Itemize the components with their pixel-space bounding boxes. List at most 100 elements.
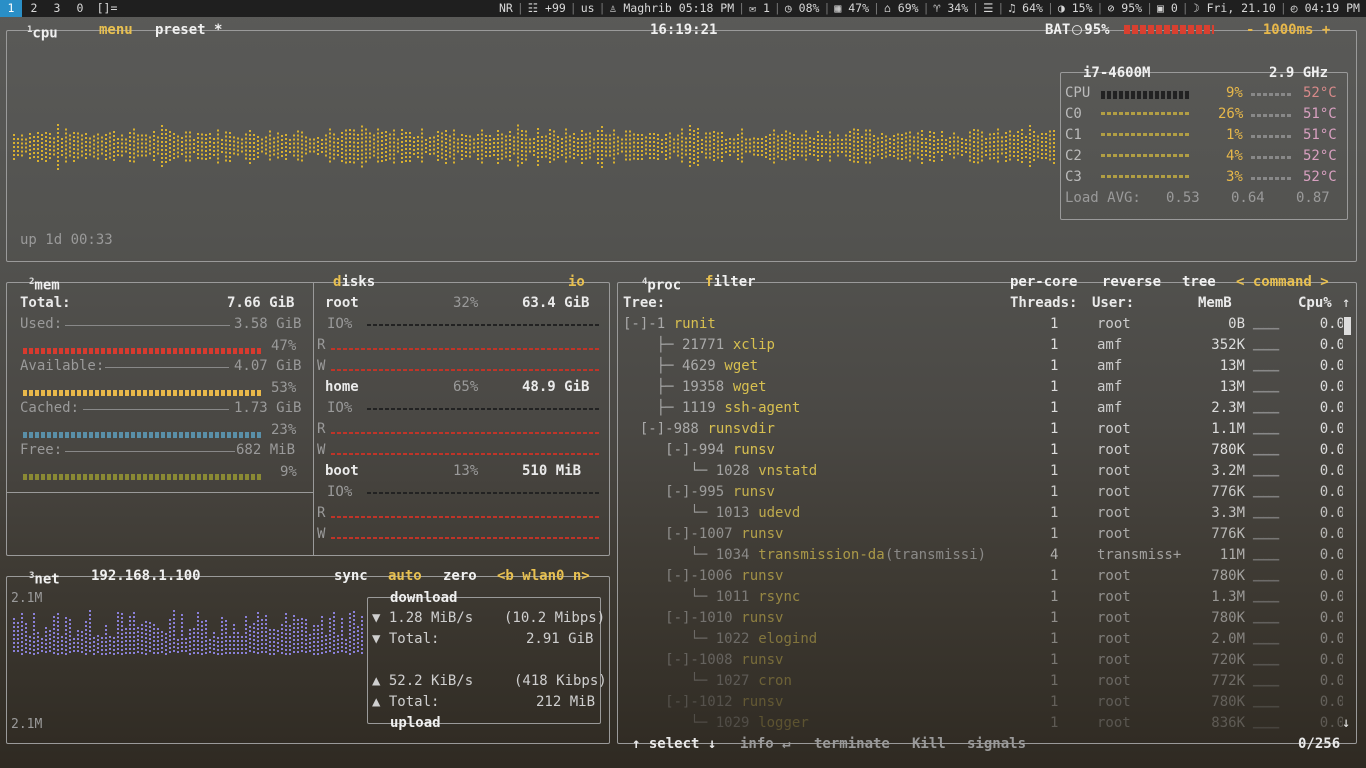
- terminate-button[interactable]: terminate: [814, 735, 890, 753]
- cpu-graph-dot: [233, 140, 235, 143]
- cpu-graph-dot: [97, 149, 99, 152]
- process-row[interactable]: └─ 1013 udevd 1 root 3.3M ▁▁▁▁▁ 0.0: [623, 503, 1343, 524]
- process-row[interactable]: [-]-1012 runsv 1 root 780K ▁▁▁▁▁ 0.0: [623, 692, 1343, 713]
- cpu-graph-dot: [445, 150, 447, 152]
- net-graph-dot: [129, 620, 131, 622]
- cpu-graph-dot: [1013, 135, 1015, 137]
- net-graph-dot: [69, 623, 71, 625]
- cpu-graph-dot: [965, 151, 967, 153]
- cpu-graph-dot: [693, 150, 695, 152]
- process-row[interactable]: [-]-1008 runsv 1 root 720K ▁▁▁▁▁ 0.0: [623, 650, 1343, 671]
- process-row[interactable]: ├─ 1119 ssh-agent 1 amf 2.3M ▁▁▁▁▁ 0.0: [623, 398, 1343, 419]
- process-row[interactable]: [-]-1006 runsv 1 root 780K ▁▁▁▁▁ 0.0: [623, 566, 1343, 587]
- cpu-graph-dot: [521, 142, 523, 144]
- kill-button[interactable]: Kill: [912, 735, 946, 753]
- workspace-2[interactable]: 3: [46, 0, 68, 17]
- tree-toggle[interactable]: tree: [1182, 273, 1216, 291]
- header-user[interactable]: User:: [1092, 293, 1134, 314]
- scroll-down-icon[interactable]: ↓: [1342, 713, 1350, 734]
- cpu-graph-dot: [265, 144, 267, 147]
- net-graph-dot: [333, 636, 335, 638]
- process-row[interactable]: └─ 1029 logger 1 root 836K ▁▁▁▁▁ 0.0: [623, 713, 1343, 734]
- cpu-graph-dot: [705, 152, 707, 155]
- cpu-graph-dot: [745, 142, 747, 145]
- sync-button[interactable]: sync: [334, 567, 368, 585]
- status-bar: 1 2 3 0 []= NR | ☷ +99 | us | ♙ Maghrib 05:18 PM | ✉…: [0, 0, 1366, 17]
- disk-name-0: root: [325, 295, 359, 311]
- cpu-graph-dot: [617, 140, 619, 143]
- process-row[interactable]: └─ 1034 transmission-da (transmissi) 4 tra…: [623, 545, 1343, 566]
- disks-title[interactable]: disks: [333, 273, 375, 291]
- select-control[interactable]: ↑ select ↓: [632, 735, 716, 753]
- workspace-1[interactable]: 2: [23, 0, 45, 17]
- process-row[interactable]: [-]-988 runsvdir 1 root 1.1M ▁▁▁▁▁ 0.0: [623, 419, 1343, 440]
- sort-selector[interactable]: < command >: [1236, 273, 1329, 291]
- header-tree[interactable]: Tree:: [623, 293, 665, 314]
- net-graph-dot: [313, 625, 315, 627]
- process-row[interactable]: └─ 1022 elogind 1 root 2.0M ▁▁▁▁▁ 0.0: [623, 629, 1343, 650]
- cpu-graph-dot: [441, 156, 443, 159]
- filter-button[interactable]: filter: [705, 273, 756, 291]
- cpu-graph-dot: [61, 138, 63, 140]
- process-user: root: [1097, 505, 1131, 521]
- process-name: xclip: [732, 337, 775, 353]
- net-graph-dot: [17, 634, 19, 636]
- cpu-title[interactable]: 1cpu: [27, 21, 58, 43]
- process-row[interactable]: [-]-1 runit 1 root 0B ▁▁▁▁▁ 0.0: [623, 314, 1343, 335]
- process-row[interactable]: ├─ 19358 wget 1 amf 13M ▁▁▁▁▁ 0.0: [623, 377, 1343, 398]
- process-row[interactable]: └─ 1028 vnstatd 1 root 3.2M ▁▁▁▁▁ 0.0: [623, 461, 1343, 482]
- workspace-4[interactable]: []=: [92, 0, 122, 17]
- cpu-graph-dot: [869, 153, 871, 156]
- per-core-toggle[interactable]: per-core: [1010, 273, 1077, 291]
- cpu-graph-dot: [757, 138, 759, 140]
- proc-title[interactable]: 4proc: [642, 273, 681, 295]
- preset-button[interactable]: preset *: [155, 21, 222, 39]
- workspace-3[interactable]: 0: [69, 0, 91, 17]
- net-graph-dot: [273, 641, 275, 643]
- process-row[interactable]: ├─ 21771 xclip 1 amf 352K ▁▁▁▁▁ 0.0: [623, 335, 1343, 356]
- cpu-graph-dot: [917, 136, 919, 139]
- cpu-graph-dot: [829, 147, 831, 150]
- header-threads[interactable]: Threads:: [1010, 293, 1077, 314]
- net-title[interactable]: 3net: [29, 567, 60, 589]
- process-row[interactable]: [-]-994 runsv 1 root 780K ▁▁▁▁▁ 0.0: [623, 440, 1343, 461]
- cpu-graph-dot: [597, 134, 599, 136]
- cpu-graph-dot: [561, 142, 563, 144]
- auto-button[interactable]: auto: [388, 567, 422, 585]
- cpu-graph-dot: [265, 148, 267, 151]
- process-row[interactable]: [-]-995 runsv 1 root 776K ▁▁▁▁▁ 0.0: [623, 482, 1343, 503]
- header-mem[interactable]: MemB: [1198, 293, 1232, 314]
- cpu-graph-dot: [1053, 162, 1055, 164]
- header-cpu[interactable]: Cpu%: [1298, 293, 1332, 314]
- menu-button[interactable]: menu: [99, 21, 133, 39]
- cpu-graph-dot: [621, 146, 623, 149]
- cpu-graph-dot: [37, 136, 39, 138]
- signals-button[interactable]: signals: [967, 735, 1026, 753]
- process-row[interactable]: └─ 1027 cron 1 root 772K ▁▁▁▁▁ 0.0: [623, 671, 1343, 692]
- zero-button[interactable]: zero: [443, 567, 477, 585]
- process-cpu-graph: ▁▁▁▁▁: [1253, 319, 1279, 330]
- info-button[interactable]: info ↵: [740, 735, 791, 753]
- cpu-graph-dot: [537, 140, 539, 142]
- cpu-graph-dot: [525, 154, 527, 157]
- net-graph-dot: [345, 647, 347, 649]
- io-toggle[interactable]: io: [568, 273, 585, 291]
- cpu-graph-dot: [749, 138, 751, 141]
- scrollbar-thumb[interactable]: [1344, 317, 1351, 335]
- cpu-graph-dot: [245, 157, 247, 160]
- workspace-0[interactable]: 1: [0, 0, 22, 17]
- scroll-up-icon[interactable]: ↑: [1342, 293, 1350, 314]
- net-graph-dot: [185, 642, 187, 644]
- net-graph-dot: [169, 631, 171, 633]
- cpu-graph-dot: [125, 150, 127, 153]
- interface-selector[interactable]: <b wlan0 n>: [497, 567, 590, 585]
- process-row[interactable]: [-]-1010 runsv 1 root 780K ▁▁▁▁▁ 0.0: [623, 608, 1343, 629]
- cpu-graph-dot: [161, 125, 163, 127]
- reverse-toggle[interactable]: reverse: [1102, 273, 1161, 291]
- process-row[interactable]: └─ 1011 rsync 1 root 1.3M ▁▁▁▁▁ 0.0: [623, 587, 1343, 608]
- update-interval[interactable]: - 1000ms +: [1246, 21, 1330, 39]
- process-row[interactable]: ├─ 4629 wget 1 amf 13M ▁▁▁▁▁ 0.0: [623, 356, 1343, 377]
- mem-title[interactable]: 2mem: [29, 273, 60, 295]
- process-row[interactable]: [-]-1007 runsv 1 root 776K ▁▁▁▁▁ 0.0: [623, 524, 1343, 545]
- cpu-graph-dot: [789, 144, 791, 147]
